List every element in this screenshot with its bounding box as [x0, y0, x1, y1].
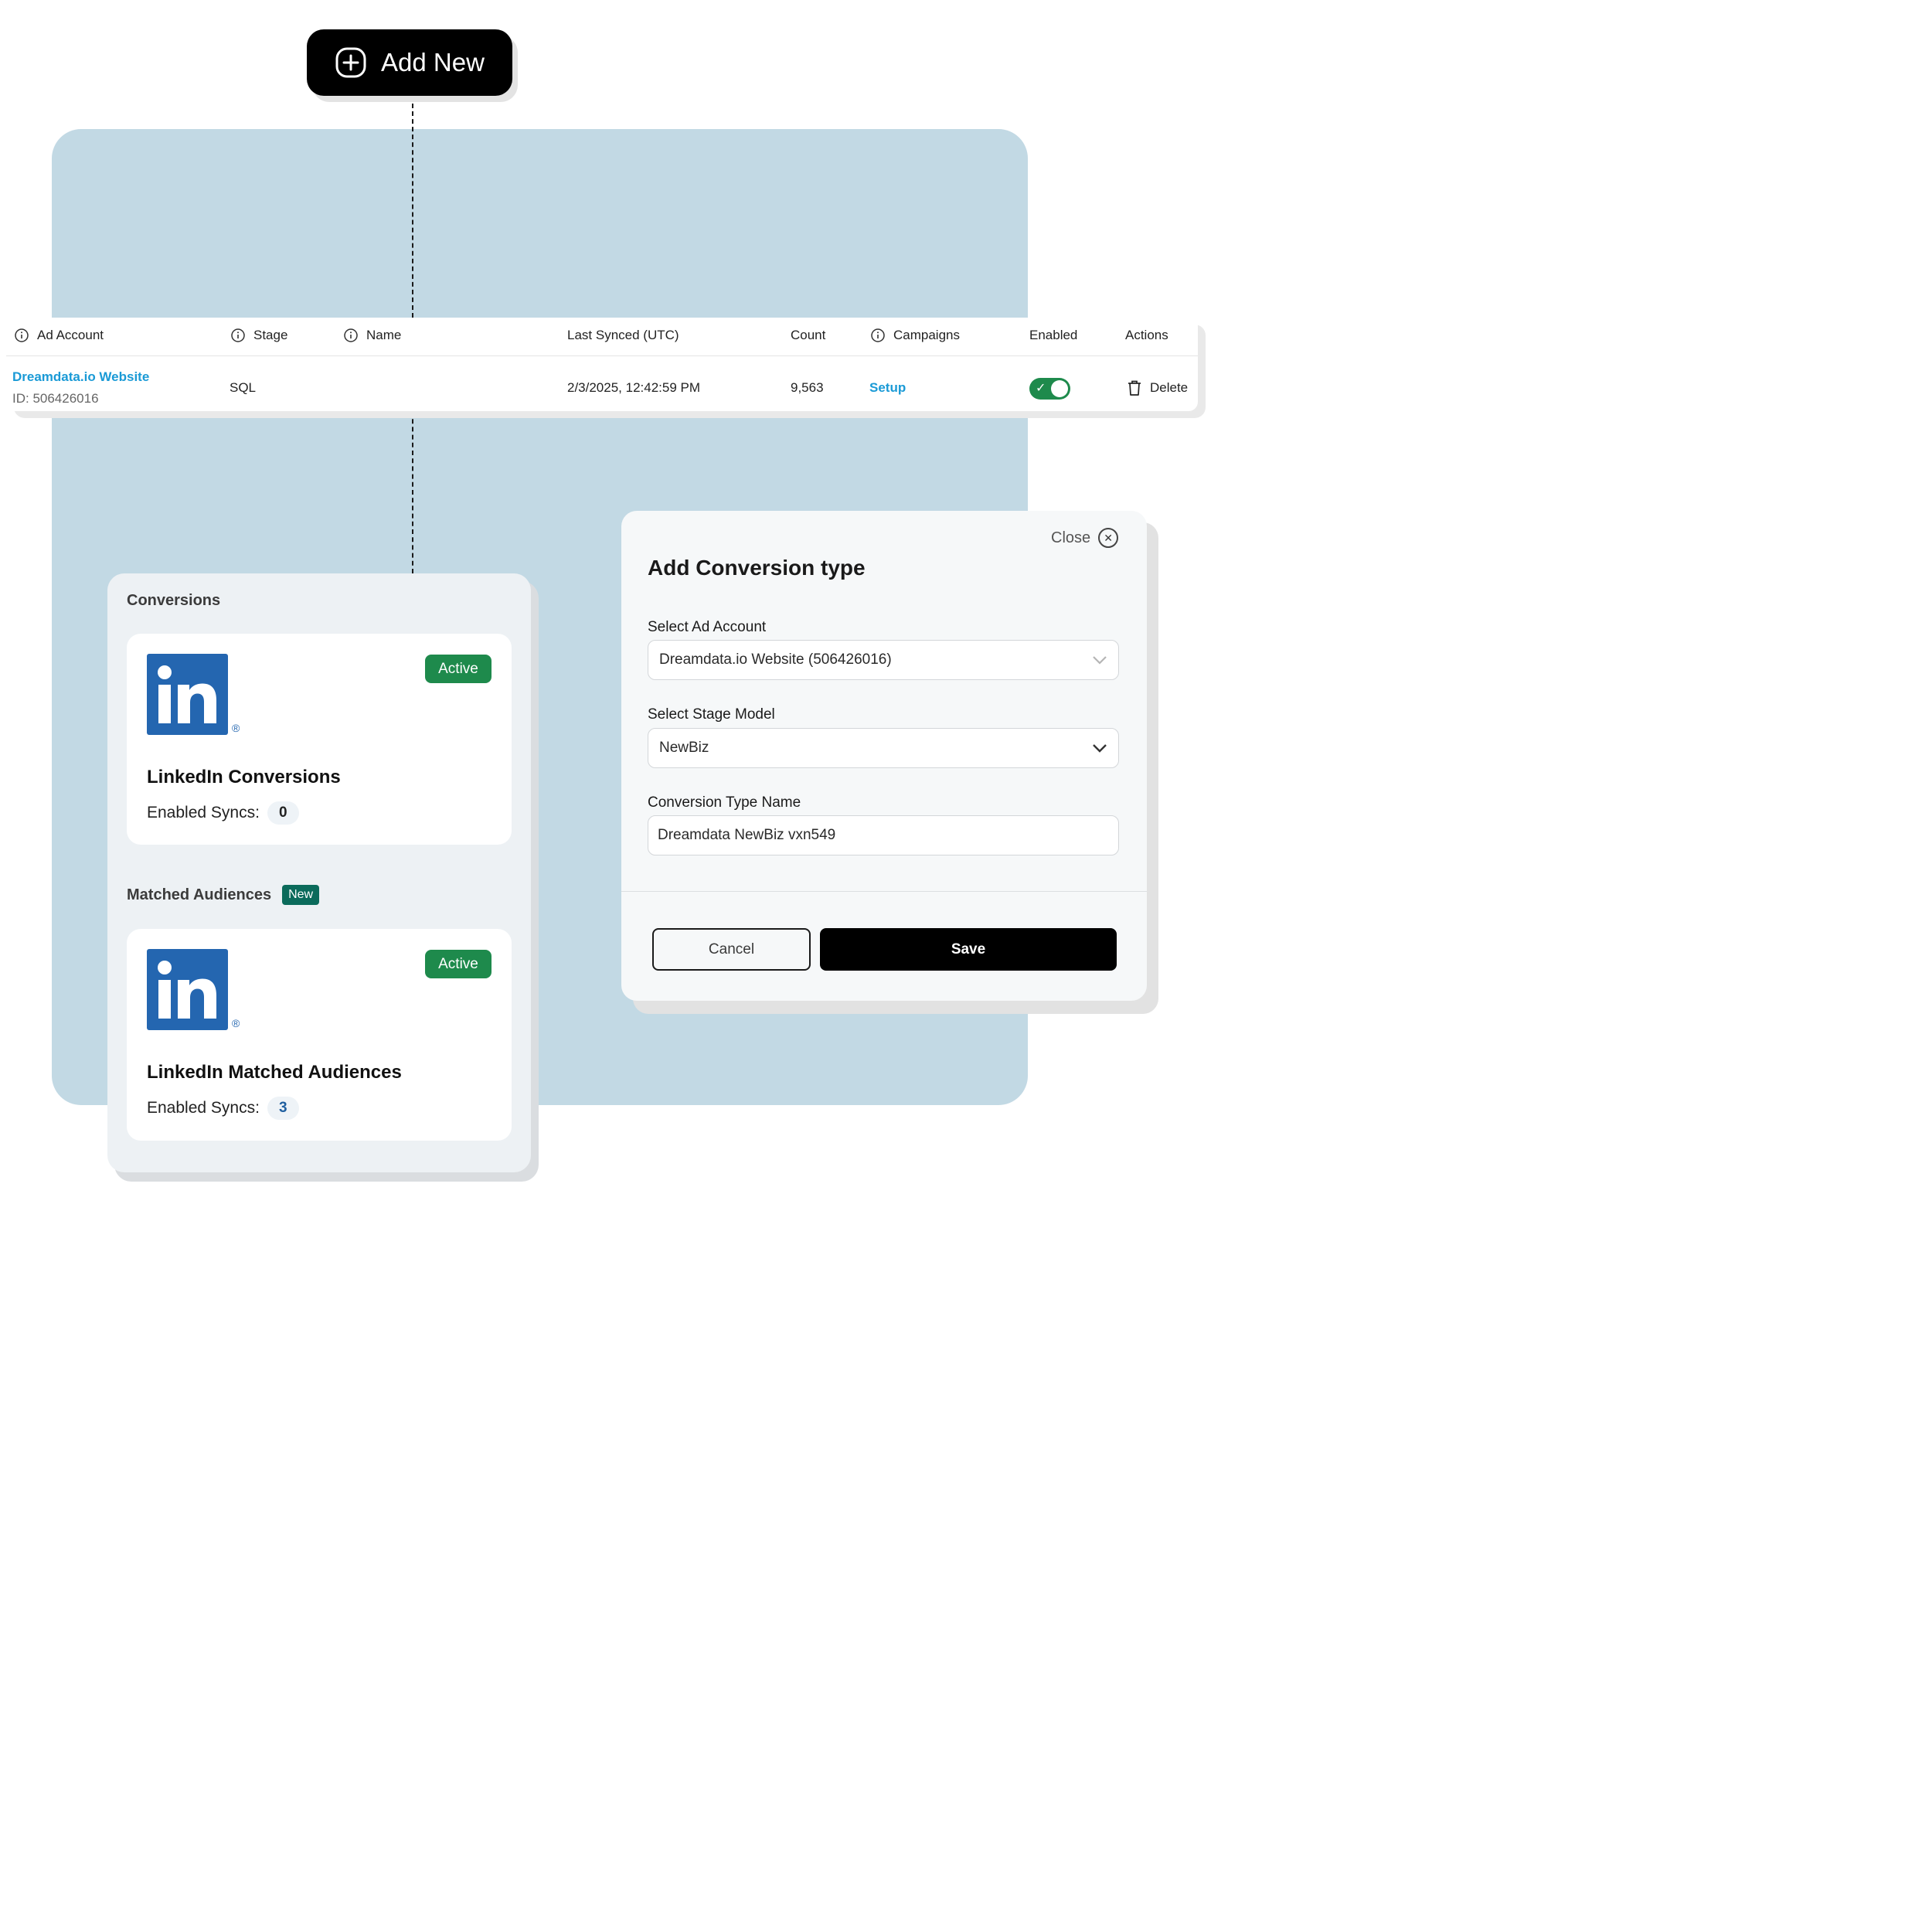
- enabled-toggle[interactable]: ✓: [1029, 378, 1070, 400]
- last-synced-value: 2/3/2025, 12:42:59 PM: [567, 380, 701, 395]
- dashed-connector-top: [412, 104, 413, 318]
- linkedin-logo-icon: [147, 654, 228, 735]
- card-title: LinkedIn Conversions: [147, 767, 341, 787]
- info-icon[interactable]: [14, 328, 29, 343]
- registered-mark: ®: [232, 1017, 240, 1029]
- dashed-connector-bottom: [412, 411, 413, 573]
- conversion-name-label: Conversion Type Name: [648, 794, 801, 811]
- trash-icon: [1128, 380, 1141, 396]
- ad-account-link[interactable]: Dreamdata.io Website: [12, 369, 149, 385]
- new-badge: New: [282, 885, 320, 905]
- header-last-synced: Last Synced (UTC): [567, 328, 679, 342]
- stage-value: SQL: [230, 380, 257, 395]
- count-value: 9,563: [791, 380, 824, 395]
- close-icon: ✕: [1098, 528, 1119, 548]
- status-badge: Active: [425, 655, 492, 683]
- header-divider: [6, 355, 1198, 356]
- delete-button[interactable]: Delete: [1127, 379, 1188, 396]
- add-new-label: Add New: [381, 48, 485, 77]
- header-enabled: Enabled: [1029, 328, 1078, 342]
- linkedin-logo-icon: [147, 949, 228, 1030]
- enabled-syncs: Enabled Syncs: 0: [147, 801, 299, 825]
- ad-account-label: Select Ad Account: [648, 619, 767, 635]
- close-button[interactable]: Close ✕: [1051, 528, 1119, 548]
- sync-table: Ad Account Stage Name Last Synced (UTC) …: [6, 318, 1198, 411]
- registered-mark: ®: [232, 722, 240, 734]
- conversions-title: Conversions: [127, 592, 221, 609]
- ad-account-id: ID: 506426016: [12, 391, 99, 406]
- modal-divider: [621, 891, 1147, 892]
- header-actions: Actions: [1125, 328, 1168, 342]
- save-button[interactable]: Save: [820, 928, 1117, 971]
- enabled-syncs: Enabled Syncs: 3: [147, 1097, 299, 1120]
- sync-count-badge: 0: [267, 801, 299, 825]
- info-icon[interactable]: [343, 328, 359, 343]
- check-icon: ✓: [1036, 382, 1046, 395]
- header-name: Name: [343, 328, 401, 343]
- conversion-name-input[interactable]: Dreamdata NewBiz vxn549: [648, 815, 1119, 855]
- plus-circle-icon: [335, 47, 366, 78]
- ad-account-select[interactable]: Dreamdata.io Website (506426016): [648, 640, 1119, 680]
- header-stage: Stage: [230, 328, 287, 343]
- info-icon[interactable]: [230, 328, 246, 343]
- conversions-panel: Conversions ® Active LinkedIn Conversion…: [107, 573, 531, 1172]
- add-new-button[interactable]: Add New: [307, 29, 512, 96]
- matched-audiences-title: Matched Audiences: [127, 886, 272, 903]
- header-ad-account: Ad Account: [14, 328, 104, 343]
- modal-title: Add Conversion type: [648, 556, 866, 580]
- card-title: LinkedIn Matched Audiences: [147, 1062, 402, 1083]
- chevron-down-icon: [1093, 656, 1107, 665]
- linkedin-conversions-card[interactable]: ® Active LinkedIn Conversions Enabled Sy…: [127, 634, 512, 845]
- toggle-knob: [1051, 380, 1068, 397]
- stage-model-select[interactable]: NewBiz: [648, 728, 1119, 768]
- add-conversion-modal: Close ✕ Add Conversion type Select Ad Ac…: [621, 511, 1147, 1001]
- sync-count-badge: 3: [267, 1097, 299, 1120]
- header-count: Count: [791, 328, 826, 342]
- stage-model-label: Select Stage Model: [648, 706, 775, 723]
- campaigns-setup-link[interactable]: Setup: [869, 380, 906, 396]
- header-campaigns: Campaigns: [870, 328, 960, 343]
- cancel-button[interactable]: Cancel: [652, 928, 811, 971]
- status-badge: Active: [425, 950, 492, 978]
- matched-audiences-heading: Matched Audiences New: [127, 885, 320, 905]
- chevron-down-icon: [1093, 744, 1107, 753]
- info-icon[interactable]: [870, 328, 886, 343]
- linkedin-matched-audiences-card[interactable]: ® Active LinkedIn Matched Audiences Enab…: [127, 929, 512, 1141]
